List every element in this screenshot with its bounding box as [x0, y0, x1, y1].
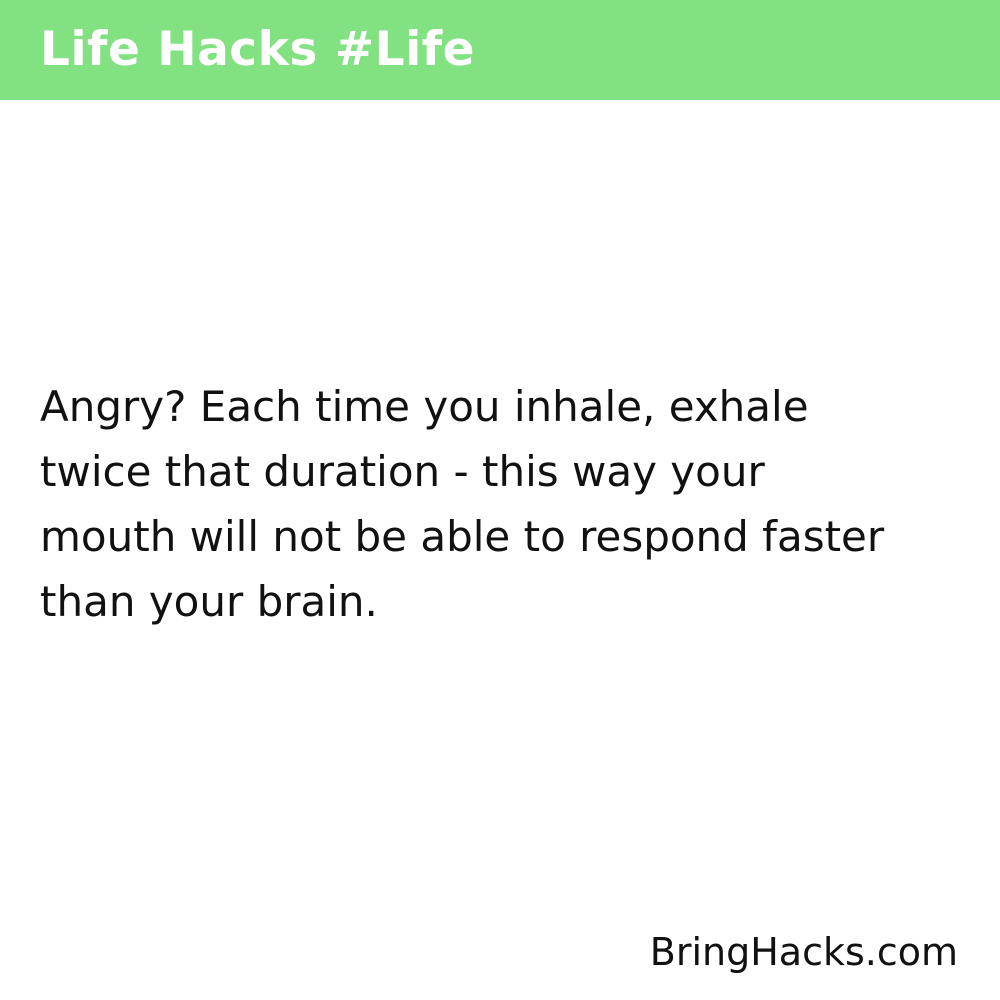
life-hack-card: Life Hacks #Life Angry? Each time you in…: [0, 0, 1000, 1000]
hack-line-3: mouth will not be able to respond faster: [40, 512, 885, 561]
hack-line-2: twice that duration - this way your: [40, 447, 765, 496]
category-header: Life Hacks #Life: [0, 0, 1000, 100]
category-title: Life Hacks #Life: [40, 22, 476, 77]
site-name: BringHacks.com: [649, 930, 958, 974]
hack-line-1: Angry? Each time you inhale, exhale: [40, 382, 809, 431]
hack-text: Angry? Each time you inhale, exhale twic…: [40, 374, 970, 634]
hack-line-4: than your brain.: [40, 577, 378, 626]
